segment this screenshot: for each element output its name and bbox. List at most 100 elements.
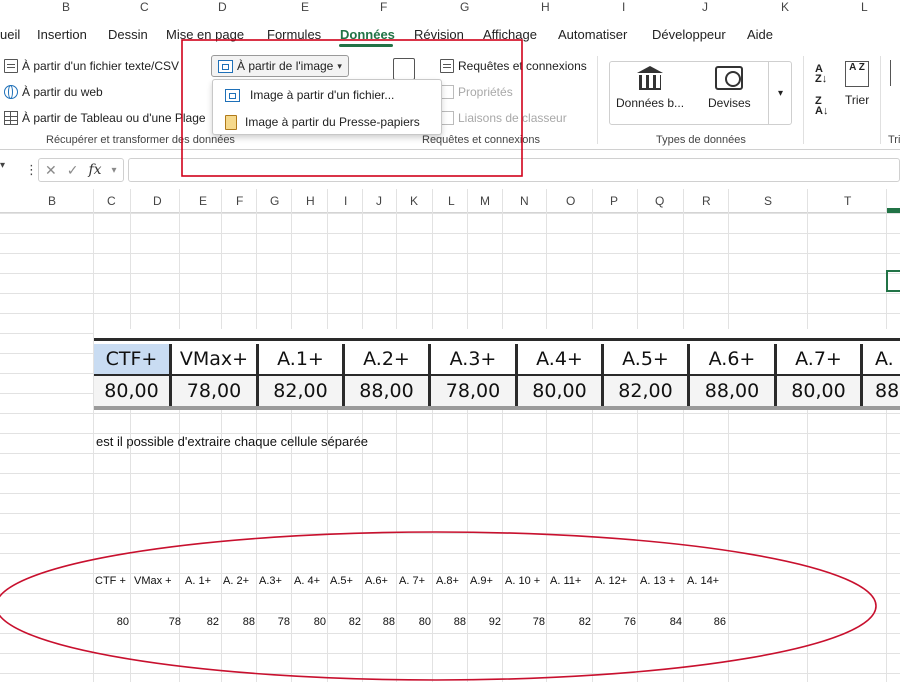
extracted-header-cell[interactable]: A. 14+ xyxy=(687,575,719,587)
sort-button[interactable]: Trier xyxy=(845,93,869,107)
extracted-value-cell[interactable]: 88 xyxy=(362,616,395,628)
tab-view[interactable]: Affichage xyxy=(483,27,537,42)
name-box-chevron-icon[interactable]: ▾ xyxy=(0,160,5,171)
from-web-button[interactable]: À partir du web xyxy=(4,85,103,99)
extracted-value-cell[interactable]: 92 xyxy=(467,616,501,628)
extracted-header-cell[interactable]: A.6+ xyxy=(365,575,388,587)
column-header[interactable]: N xyxy=(520,194,529,208)
extracted-header-cell[interactable]: A. 10 + xyxy=(505,575,540,587)
chevron-down-icon[interactable]: ▾ xyxy=(112,165,117,176)
image-from-file-item[interactable]: Image à partir d'un fichier... xyxy=(213,82,441,108)
stocks-data-type-button[interactable]: Données b... xyxy=(616,66,684,110)
column-header[interactable]: R xyxy=(702,194,711,208)
extracted-value-cell[interactable]: 84 xyxy=(637,616,682,628)
extracted-value-cell[interactable]: 82 xyxy=(546,616,591,628)
tab-home[interactable]: ueil xyxy=(0,27,20,42)
column-header[interactable]: D xyxy=(153,194,162,208)
links-icon xyxy=(440,111,454,125)
from-text-csv-button[interactable]: À partir d'un fichier texte/CSV xyxy=(4,59,179,73)
extracted-value-cell[interactable]: 78 xyxy=(502,616,545,628)
extracted-value-cell[interactable]: 76 xyxy=(592,616,636,628)
tab-insert[interactable]: Insertion xyxy=(37,27,87,42)
column-header[interactable]: C xyxy=(107,194,116,208)
column-header[interactable]: S xyxy=(764,194,772,208)
extracted-header-cell[interactable]: A. 2+ xyxy=(223,575,249,587)
tab-automate[interactable]: Automatiser xyxy=(558,27,627,42)
extracted-header-cell[interactable]: A. 11+ xyxy=(550,575,581,587)
tab-data[interactable]: Données xyxy=(340,27,395,42)
extracted-header-cell[interactable]: CTF + xyxy=(95,575,126,587)
image-from-file-label: Image à partir d'un fichier... xyxy=(250,88,395,102)
extracted-value-cell[interactable]: 88 xyxy=(432,616,466,628)
extracted-header-cell[interactable]: A. 12+ xyxy=(595,575,627,587)
extracted-header-cell[interactable]: A. 1+ xyxy=(185,575,211,587)
confirm-icon[interactable]: ✓ xyxy=(67,162,79,179)
image-from-clipboard-item[interactable]: Image à partir du Presse-papiers xyxy=(213,109,441,135)
column-header[interactable]: I xyxy=(344,194,347,208)
extracted-value-cell[interactable]: 88 xyxy=(221,616,255,628)
group-separator xyxy=(880,56,881,144)
refresh-all-icon[interactable] xyxy=(393,58,415,80)
column-header[interactable]: H xyxy=(306,194,315,208)
extracted-value-cell[interactable]: 86 xyxy=(683,616,726,628)
column-header[interactable]: P xyxy=(610,194,618,208)
extracted-header-cell[interactable]: A. 7+ xyxy=(399,575,425,587)
from-image-button[interactable]: À partir de l'image ▾ xyxy=(211,55,349,77)
extracted-header-cell[interactable]: A.5+ xyxy=(330,575,353,587)
workbook-links-button[interactable]: Liaisons de classeur xyxy=(440,111,567,125)
tab-review[interactable]: Révision xyxy=(414,27,464,42)
column-header[interactable]: F xyxy=(236,194,243,208)
column-header[interactable]: L xyxy=(448,194,455,208)
tab-page-layout[interactable]: Mise en page xyxy=(166,27,244,42)
grid-line xyxy=(93,189,94,682)
image-value-cell: 82,00 xyxy=(259,376,345,406)
sort-asc-icon[interactable]: A Z↓ xyxy=(815,64,827,85)
column-header[interactable]: M xyxy=(480,194,490,208)
pasted-table-image[interactable]: CTF+ VMax+ A.1+ A.2+ A.3+ A.4+ A.5+ A.6+… xyxy=(94,329,900,410)
from-table-button[interactable]: À partir de Tableau ou d'une Plage xyxy=(4,111,206,125)
more-options-icon[interactable]: ⋮ xyxy=(25,162,38,178)
extracted-header-cell[interactable]: A. 13 + xyxy=(640,575,675,587)
cancel-icon[interactable]: ✕ xyxy=(45,162,57,179)
grid-line xyxy=(546,189,547,682)
active-cell[interactable] xyxy=(886,270,900,292)
queries-connections-button[interactable]: Requêtes et connexions xyxy=(440,59,587,73)
extracted-header-cell[interactable]: A.8+ xyxy=(436,575,459,587)
sort-group-label: Tri xyxy=(888,134,900,146)
tab-developer[interactable]: Développeur xyxy=(652,27,726,42)
extracted-value-cell[interactable]: 78 xyxy=(130,616,181,628)
tab-help[interactable]: Aide xyxy=(747,27,773,42)
tab-draw[interactable]: Dessin xyxy=(108,27,148,42)
tab-formulas[interactable]: Formules xyxy=(267,27,321,42)
extracted-header-cell[interactable]: A.3+ xyxy=(259,575,282,587)
column-header[interactable]: T xyxy=(844,194,851,208)
column-header[interactable]: K xyxy=(410,194,418,208)
extracted-value-cell[interactable]: 80 xyxy=(396,616,431,628)
insert-function-button[interactable]: fx xyxy=(88,162,101,178)
extracted-value-cell[interactable]: 78 xyxy=(256,616,290,628)
extracted-header-cell[interactable]: A. 4+ xyxy=(294,575,320,587)
column-header[interactable]: O xyxy=(566,194,575,208)
get-transform-group-label: Récupérer et transformer des données xyxy=(46,134,235,146)
column-header[interactable]: B xyxy=(48,194,56,208)
column-header[interactable]: E xyxy=(199,194,207,208)
extracted-value-cell[interactable]: 80 xyxy=(93,616,129,628)
filter-icon[interactable] xyxy=(890,60,900,86)
column-header[interactable]: Q xyxy=(655,194,664,208)
data-types-expand-button[interactable]: ▾ xyxy=(768,61,792,125)
extracted-value-cell[interactable]: 82 xyxy=(327,616,361,628)
image-header-cell: A.3+ xyxy=(431,344,518,374)
formula-input[interactable] xyxy=(128,158,900,182)
extracted-value-cell[interactable]: 82 xyxy=(181,616,219,628)
column-header[interactable]: G xyxy=(270,194,279,208)
question-cell-text[interactable]: est il possible d'extraire chaque cellul… xyxy=(96,434,368,449)
properties-button[interactable]: Propriétés xyxy=(440,85,513,99)
currencies-data-type-button[interactable]: Devises xyxy=(708,66,751,110)
ribbon-tabs: ueil Insertion Dessin Mise en page Formu… xyxy=(0,20,900,48)
extracted-value-cell[interactable]: 80 xyxy=(291,616,326,628)
extracted-header-cell[interactable]: VMax + xyxy=(134,575,172,587)
extracted-header-cell[interactable]: A.9+ xyxy=(470,575,493,587)
top-column-strip: B C D E F G H I J K L xyxy=(0,0,900,16)
sort-desc-icon[interactable]: Z A↓ xyxy=(815,96,828,117)
column-header[interactable]: J xyxy=(376,194,382,208)
